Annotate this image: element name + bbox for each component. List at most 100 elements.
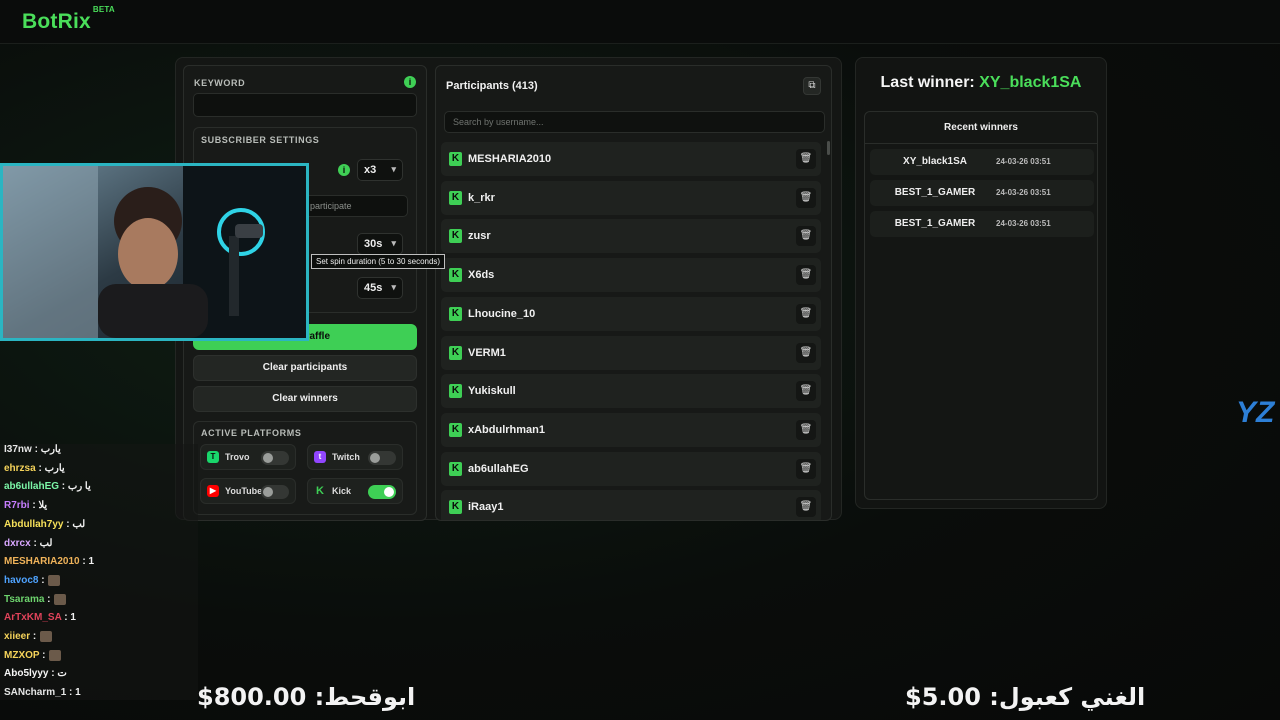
clear-winners-label: Clear winners bbox=[272, 393, 338, 404]
chevron-down-icon: ▾ bbox=[391, 164, 396, 174]
trash-icon[interactable]: 🗑 bbox=[796, 381, 816, 402]
winner-row: XY_black1SA 24-03-26 03:51 bbox=[870, 149, 1094, 175]
participant-name: Lhoucine_10 bbox=[468, 307, 536, 320]
top-bar: BotRixBETA bbox=[0, 0, 1280, 44]
scrollbar-thumb[interactable] bbox=[827, 141, 830, 155]
chat-line: Tsarama : bbox=[4, 593, 67, 605]
chat-separator: : bbox=[66, 687, 76, 699]
participant-search-input[interactable]: Search by username... bbox=[444, 111, 825, 133]
participant-row: K X6ds 🗑 bbox=[441, 258, 821, 293]
trash-icon[interactable]: 🗑 bbox=[796, 187, 816, 208]
chat-line: R7rbi : يلا bbox=[4, 500, 47, 511]
chat-line: I37nw : يارب bbox=[4, 444, 61, 455]
clear-participants-button[interactable]: Clear participants bbox=[193, 355, 417, 381]
chat-message: يلا bbox=[38, 500, 48, 512]
chat-user: havoc8 bbox=[4, 575, 39, 587]
kick-toggle[interactable] bbox=[368, 485, 396, 499]
participant-name: iRaay1 bbox=[468, 501, 504, 514]
platform-trovo[interactable]: T Trovo bbox=[200, 444, 296, 470]
trash-icon[interactable]: 🗑 bbox=[796, 497, 816, 518]
kick-icon: K bbox=[449, 422, 462, 437]
kick-icon: K bbox=[449, 500, 462, 515]
clear-participants-label: Clear participants bbox=[262, 362, 348, 373]
chat-line: dxrcx : لب bbox=[4, 538, 52, 549]
emote-icon bbox=[49, 649, 62, 661]
chevron-down-icon: ▾ bbox=[391, 238, 396, 248]
winner-time: 24-03-26 03:51 bbox=[996, 188, 1051, 197]
participant-row: K Lhoucine_10 🗑 bbox=[441, 296, 821, 331]
spin-duration-select[interactable]: 30s ▾ bbox=[357, 233, 403, 255]
kick-icon: K bbox=[449, 268, 462, 283]
participant-row: Kk_rkr 🗑 bbox=[441, 180, 821, 215]
participant-row: K Yukiskull 🗑 bbox=[441, 374, 821, 409]
chat-message: 1 bbox=[70, 612, 76, 624]
chat-line: ArTxKM_SA : 1 bbox=[4, 612, 76, 623]
participants-title: Participants (413) bbox=[446, 80, 538, 92]
trash-icon[interactable]: 🗑 bbox=[796, 149, 816, 169]
trash-icon[interactable]: 🗑 bbox=[796, 419, 816, 440]
platform-kick[interactable]: K Kick bbox=[307, 478, 403, 504]
copy-icon[interactable]: ⧉ bbox=[803, 77, 821, 95]
kick-icon: K bbox=[449, 345, 462, 360]
app-logo[interactable]: BotRixBETA bbox=[22, 5, 115, 34]
trash-icon[interactable]: 🗑 bbox=[796, 458, 816, 479]
chat-line: ehrzsa : يارب bbox=[4, 463, 65, 474]
beta-badge: BETA bbox=[92, 5, 115, 14]
participant-name: ab6ullahEG bbox=[468, 462, 529, 475]
kick-icon: K bbox=[449, 190, 462, 205]
trash-icon[interactable]: 🗑 bbox=[796, 265, 816, 286]
participant-name: Yukiskull bbox=[468, 385, 516, 398]
app-name: BotRix bbox=[22, 10, 91, 33]
chat-message: يارب bbox=[40, 444, 61, 455]
participant-row: KxAbdulrhman1 🗑 bbox=[441, 412, 821, 447]
kick-icon: K bbox=[449, 461, 462, 476]
platform-youtube[interactable]: ▶ YouTube bbox=[200, 478, 296, 504]
winner-name: XY_black1SA bbox=[903, 156, 967, 167]
last-winner-prefix: Last winner: bbox=[880, 74, 975, 91]
recent-winners-title: Recent winners bbox=[865, 112, 1097, 144]
chat-separator: : bbox=[30, 631, 40, 643]
participate-command-input[interactable]: participate bbox=[303, 195, 408, 217]
participant-name: k_rkr bbox=[468, 191, 495, 204]
active-platforms-label: ACTIVE PLATFORMS bbox=[201, 428, 302, 438]
chat-user: ab6ullahEG bbox=[4, 481, 60, 493]
trash-icon[interactable]: 🗑 bbox=[796, 342, 816, 363]
chat-separator: : bbox=[44, 593, 54, 605]
platform-twitch[interactable]: t Twitch bbox=[307, 444, 403, 470]
chat-message: 1 bbox=[75, 687, 81, 699]
platform-name: Twitch bbox=[332, 452, 360, 462]
trash-icon[interactable]: 🗑 bbox=[796, 303, 816, 324]
last-winner-heading: Last winner: XY_black1SA bbox=[855, 74, 1107, 92]
participate-placeholder: participate bbox=[310, 201, 352, 211]
clear-winners-button[interactable]: Clear winners bbox=[193, 386, 417, 412]
trovo-toggle[interactable] bbox=[261, 451, 289, 465]
platform-name: Trovo bbox=[225, 452, 250, 462]
keyword-info-icon[interactable]: i bbox=[404, 76, 416, 88]
chat-separator: : bbox=[61, 612, 71, 624]
participant-name: VERM1 bbox=[468, 346, 506, 359]
chat-line: Abo5lyyy : ت bbox=[4, 668, 67, 679]
timer-select[interactable]: 45s ▾ bbox=[357, 277, 403, 299]
participant-name: zusr bbox=[468, 230, 491, 243]
winner-name: BEST_1_GAMER bbox=[894, 218, 976, 229]
chat-line: MESHARIA2010 : 1 bbox=[4, 556, 94, 567]
bonus-info-icon[interactable]: i bbox=[338, 164, 350, 176]
chat-message: يارب bbox=[44, 462, 65, 474]
webcam-overlay bbox=[0, 163, 309, 341]
watermark-logo: YZ bbox=[1236, 396, 1275, 429]
chat-separator: : bbox=[30, 537, 40, 549]
bonus-multiplier-select[interactable]: x3 ▾ bbox=[357, 159, 403, 181]
emote-icon bbox=[48, 574, 61, 586]
participant-row: K VERM1 🗑 bbox=[441, 335, 821, 370]
chevron-down-icon: ▾ bbox=[391, 282, 396, 292]
youtube-toggle[interactable] bbox=[261, 485, 289, 499]
keyword-input[interactable] bbox=[193, 93, 417, 117]
chat-separator: : bbox=[38, 575, 48, 587]
participant-row: KiRaay1 🗑 bbox=[441, 490, 821, 520]
chat-line: MZXOP : bbox=[4, 649, 62, 661]
chat-user: I37nw bbox=[4, 444, 32, 455]
kick-icon: K bbox=[449, 152, 462, 166]
trash-icon[interactable]: 🗑 bbox=[796, 226, 816, 247]
twitch-toggle[interactable] bbox=[368, 451, 396, 465]
platform-name: YouTube bbox=[225, 486, 263, 496]
